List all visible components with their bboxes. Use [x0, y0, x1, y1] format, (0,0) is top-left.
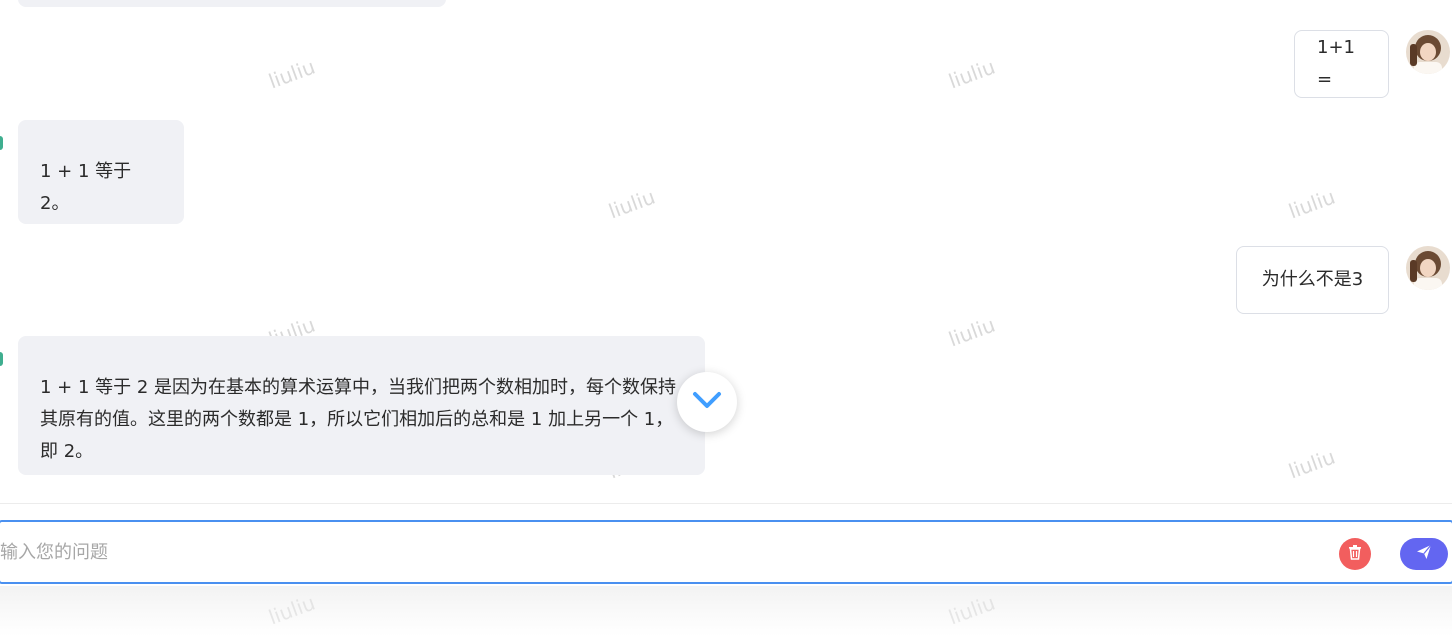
- message-text: 1 + 1 等于 2 是因为在基本的算术运算中，当我们把两个数相加时，每个数保持…: [40, 377, 677, 462]
- user-avatar: [1406, 246, 1450, 290]
- bottom-area: [0, 586, 1452, 636]
- watermark: liuliu: [1285, 184, 1339, 224]
- user-message-bubble: 为什么不是3: [1236, 246, 1389, 314]
- watermark: liuliu: [945, 54, 999, 94]
- scroll-to-bottom-button[interactable]: [677, 372, 737, 432]
- clear-chat-button[interactable]: [1339, 538, 1371, 570]
- message-text: 1 + 1 等于 2。: [40, 161, 132, 214]
- watermark: liuliu: [1285, 444, 1339, 484]
- question-input[interactable]: [0, 522, 1300, 582]
- chevron-down-icon: [691, 390, 723, 414]
- watermark: liuliu: [945, 312, 999, 352]
- assistant-indicator: [0, 352, 3, 366]
- divider: [0, 503, 1452, 504]
- trash-icon: [1347, 544, 1363, 564]
- message-text: 为什么不是3: [1261, 269, 1364, 290]
- question-input-bar: [0, 520, 1452, 584]
- user-message-bubble: 1+1 =: [1294, 30, 1389, 98]
- previous-assistant-bubble: [18, 0, 446, 7]
- chat-page: liuliu liuliu liuliu liuliu liuliu liuli…: [0, 0, 1452, 636]
- user-avatar: [1406, 30, 1450, 74]
- assistant-message-bubble: 1 + 1 等于 2。: [18, 120, 184, 224]
- assistant-indicator: [0, 136, 3, 150]
- assistant-message-bubble: 1 + 1 等于 2 是因为在基本的算术运算中，当我们把两个数相加时，每个数保持…: [18, 336, 705, 475]
- paper-plane-icon: [1416, 544, 1432, 564]
- message-text: 1+1 =: [1317, 37, 1355, 90]
- watermark: liuliu: [265, 54, 319, 94]
- send-button[interactable]: [1400, 538, 1448, 570]
- watermark: liuliu: [605, 184, 659, 224]
